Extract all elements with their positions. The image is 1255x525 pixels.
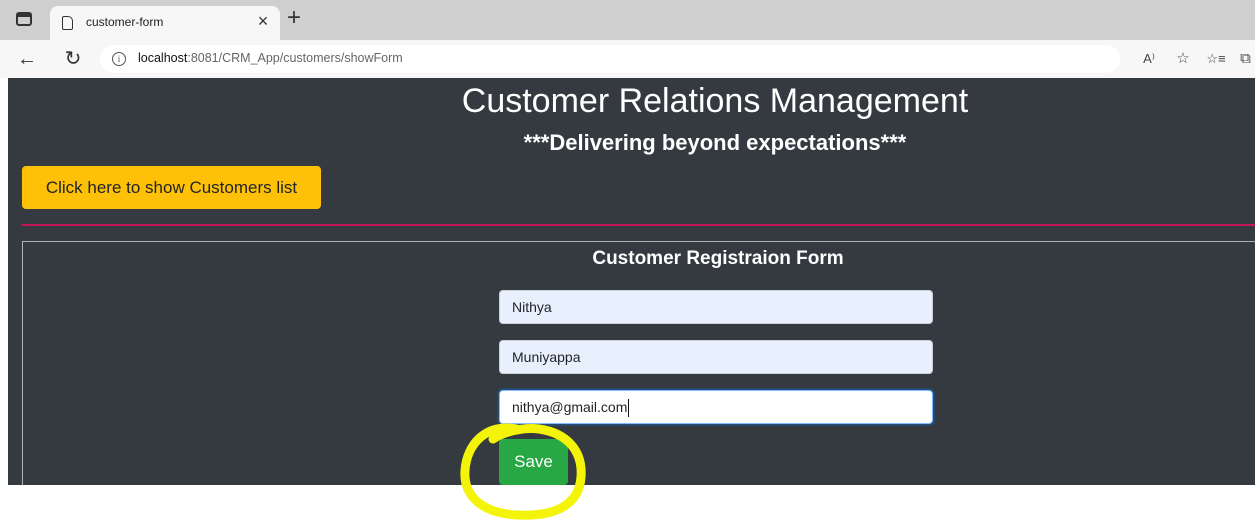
collections-icon[interactable]: ⧉: [1236, 48, 1255, 70]
browser-tab-strip: customer-form × +: [0, 0, 1255, 40]
customer-registration-form: Customer Registraion Form Nithya Muniyap…: [22, 241, 1255, 485]
address-bar[interactable]: i localhost:8081/CRM_App/customers/showF…: [100, 45, 1120, 73]
show-customers-list-button[interactable]: Click here to show Customers list: [22, 166, 321, 209]
close-tab-icon[interactable]: ×: [253, 10, 273, 32]
site-info-icon[interactable]: i: [112, 52, 126, 66]
reload-icon[interactable]: ↻: [60, 46, 86, 72]
text-caret: [628, 399, 630, 418]
email-input[interactable]: nithya@gmail.com: [499, 390, 933, 424]
favorites-icon[interactable]: ☆≡: [1203, 48, 1229, 70]
page-icon: [62, 16, 73, 30]
page-title: Customer Relations Management: [461, 82, 969, 120]
new-tab-icon[interactable]: +: [282, 4, 306, 32]
last-name-input[interactable]: Muniyappa: [499, 340, 933, 374]
first-name-value: Nithya: [512, 299, 552, 315]
browser-tab[interactable]: customer-form ×: [50, 6, 280, 40]
first-name-input[interactable]: Nithya: [499, 290, 933, 324]
last-name-value: Muniyappa: [512, 349, 581, 365]
form-title: Customer Registraion Form: [592, 248, 844, 269]
url-text[interactable]: localhost:8081/CRM_App/customers/showFor…: [138, 51, 403, 65]
email-value: nithya@gmail.com: [512, 399, 628, 415]
back-arrow-icon[interactable]: ←: [14, 46, 40, 72]
save-button[interactable]: Save: [499, 439, 568, 485]
browser-toolbar: ← ↻ i localhost:8081/CRM_App/customers/s…: [0, 40, 1255, 78]
url-host: localhost: [138, 51, 188, 65]
page-body: Customer Relations Management ***Deliver…: [8, 78, 1255, 485]
add-favorite-icon[interactable]: ☆: [1172, 48, 1194, 70]
tab-title: customer-form: [86, 15, 164, 29]
divider: [22, 224, 1255, 226]
url-path: :8081/CRM_App/customers/showForm: [187, 51, 403, 65]
page-tagline: ***Delivering beyond expectations***: [523, 130, 907, 155]
read-aloud-icon[interactable]: A⁾: [1138, 48, 1160, 70]
tab-actions-icon[interactable]: [16, 12, 32, 26]
